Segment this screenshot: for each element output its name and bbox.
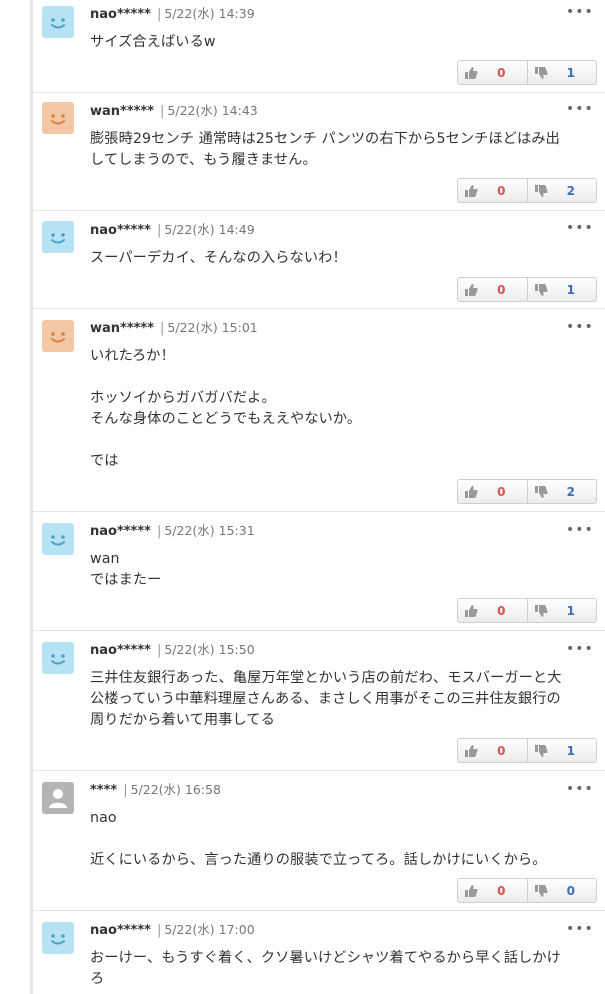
disagree-button[interactable]: 1 bbox=[527, 738, 597, 763]
avatar[interactable] bbox=[42, 221, 74, 253]
agree-count: 0 bbox=[497, 603, 506, 618]
username[interactable]: wan***** bbox=[90, 321, 154, 336]
disagree-count: 2 bbox=[566, 484, 575, 499]
comment-item: nao***** | 5/22(水) 17:00 ••• おーけー、もうすぐ着く、ク… bbox=[30, 911, 605, 994]
vote-buttons: 0 2 bbox=[457, 178, 597, 203]
comment-item: nao***** | 5/22(水) 15:31 ••• wan ではまたー 0 1 bbox=[30, 512, 605, 631]
smile-face-icon bbox=[51, 18, 65, 29]
username[interactable]: nao***** bbox=[90, 643, 151, 658]
comment-item: **** | 5/22(水) 16:58 ••• nao 近くにいるから、言った通り… bbox=[30, 771, 605, 911]
comment-meta: wan***** | 5/22(水) 15:01 bbox=[90, 320, 258, 336]
avatar[interactable] bbox=[42, 320, 74, 352]
comment-meta: nao***** | 5/22(水) 14:39 bbox=[90, 6, 255, 22]
comment-item: wan***** | 5/22(水) 15:01 ••• いれたろか！ ホッソイから… bbox=[30, 309, 605, 512]
more-options-icon[interactable]: ••• bbox=[566, 5, 593, 20]
avatar[interactable] bbox=[42, 102, 74, 134]
timestamp: 5/22(水) 15:01 bbox=[167, 320, 258, 335]
vote-buttons: 0 1 bbox=[457, 277, 597, 302]
disagree-count: 1 bbox=[566, 65, 575, 80]
timestamp: 5/22(水) 14:49 bbox=[164, 222, 255, 237]
avatar[interactable] bbox=[42, 922, 74, 954]
timestamp: 5/22(水) 17:00 bbox=[164, 922, 255, 937]
agree-button[interactable]: 0 bbox=[457, 479, 528, 504]
comment-text: 三井住友銀行あった、亀屋万年堂とかいう店の前だわ、モスバーガーと大 公楼っていう… bbox=[90, 670, 562, 728]
avatar[interactable] bbox=[42, 523, 74, 555]
agree-button[interactable]: 0 bbox=[457, 277, 528, 302]
comment-meta: **** | 5/22(水) 16:58 bbox=[90, 782, 221, 798]
comment-meta: nao***** | 5/22(水) 17:00 bbox=[90, 922, 255, 938]
timestamp: 5/22(水) 14:43 bbox=[167, 103, 258, 118]
disagree-count: 1 bbox=[566, 603, 575, 618]
comment-text: いれたろか！ ホッソイからガバガバだよ。 そんな身体のことどうでもええやないか。… bbox=[90, 348, 362, 469]
username[interactable]: nao***** bbox=[90, 524, 151, 539]
comment-meta: nao***** | 5/22(水) 14:49 bbox=[90, 222, 255, 238]
vote-buttons: 0 1 bbox=[457, 738, 597, 763]
more-options-icon[interactable]: ••• bbox=[566, 320, 593, 335]
disagree-button[interactable]: 2 bbox=[527, 479, 597, 504]
avatar[interactable] bbox=[42, 642, 74, 674]
comment-text: wan ではまたー bbox=[90, 551, 162, 588]
smile-face-icon bbox=[51, 332, 65, 343]
disagree-button[interactable]: 1 bbox=[527, 277, 597, 302]
comment-item: nao***** | 5/22(水) 14:49 ••• スーパーデカイ、そんなの入… bbox=[30, 211, 605, 309]
more-options-icon[interactable]: ••• bbox=[566, 523, 593, 538]
vote-buttons: 0 0 bbox=[457, 878, 597, 903]
smile-face-icon bbox=[51, 114, 65, 125]
agree-button[interactable]: 0 bbox=[457, 878, 528, 903]
agree-button[interactable]: 0 bbox=[457, 178, 528, 203]
comment-text: サイズ合えばいるw bbox=[90, 34, 216, 50]
disagree-count: 2 bbox=[566, 183, 575, 198]
vote-buttons: 0 2 bbox=[457, 479, 597, 504]
agree-count: 0 bbox=[497, 484, 506, 499]
agree-count: 0 bbox=[497, 65, 506, 80]
username[interactable]: nao***** bbox=[90, 223, 151, 238]
default-user-icon bbox=[49, 789, 67, 808]
comment-text: 膨張時29センチ 通常時は25センチ パンツの右下から5センチほどはみ出 してし… bbox=[90, 131, 560, 168]
agree-button[interactable]: 0 bbox=[457, 60, 528, 85]
agree-button[interactable]: 0 bbox=[457, 738, 528, 763]
agree-count: 0 bbox=[497, 282, 506, 297]
agree-count: 0 bbox=[497, 183, 506, 198]
timestamp: 5/22(水) 16:58 bbox=[130, 782, 221, 797]
username[interactable]: nao***** bbox=[90, 923, 151, 938]
disagree-button[interactable]: 1 bbox=[527, 60, 597, 85]
disagree-count: 1 bbox=[566, 282, 575, 297]
username[interactable]: nao***** bbox=[90, 7, 151, 22]
more-options-icon[interactable]: ••• bbox=[566, 221, 593, 236]
comment-text: おーけー、もうすぐ着く、クソ暑いけどシャツ着てやるから早く話しかけ ろ bbox=[90, 950, 561, 987]
disagree-button[interactable]: 1 bbox=[527, 598, 597, 623]
comment-meta: nao***** | 5/22(水) 15:31 bbox=[90, 523, 255, 539]
username[interactable]: **** bbox=[90, 783, 117, 798]
avatar[interactable] bbox=[42, 6, 74, 38]
agree-count: 0 bbox=[497, 743, 506, 758]
avatar[interactable] bbox=[42, 782, 74, 814]
agree-button[interactable]: 0 bbox=[457, 598, 528, 623]
smile-face-icon bbox=[51, 233, 65, 244]
comment-text: スーパーデカイ、そんなの入らないわ！ bbox=[90, 250, 347, 266]
timestamp: 5/22(水) 14:39 bbox=[164, 6, 255, 21]
disagree-button[interactable]: 2 bbox=[527, 178, 597, 203]
vote-buttons: 0 1 bbox=[457, 598, 597, 623]
more-options-icon[interactable]: ••• bbox=[566, 922, 593, 937]
more-options-icon[interactable]: ••• bbox=[566, 102, 593, 117]
comment-text: nao 近くにいるから、言った通りの服装で立ってろ。話しかけにいくから。 bbox=[90, 810, 547, 868]
timestamp: 5/22(水) 15:31 bbox=[164, 523, 255, 538]
comment-meta: wan***** | 5/22(水) 14:43 bbox=[90, 103, 258, 119]
disagree-button[interactable]: 0 bbox=[527, 878, 597, 903]
more-options-icon[interactable]: ••• bbox=[566, 642, 593, 657]
comment-item: wan***** | 5/22(水) 14:43 ••• 膨張時29センチ 通常時は… bbox=[30, 93, 605, 211]
agree-count: 0 bbox=[497, 883, 506, 898]
smile-face-icon bbox=[51, 934, 65, 945]
more-options-icon[interactable]: ••• bbox=[566, 782, 593, 797]
smile-face-icon bbox=[51, 654, 65, 665]
comment-item: nao***** | 5/22(水) 15:50 ••• 三井住友銀行あった、亀屋万… bbox=[30, 631, 605, 771]
vote-buttons: 0 1 bbox=[457, 60, 597, 85]
comment-meta: nao***** | 5/22(水) 15:50 bbox=[90, 642, 255, 658]
disagree-count: 1 bbox=[566, 743, 575, 758]
username[interactable]: wan***** bbox=[90, 104, 154, 119]
disagree-count: 0 bbox=[566, 883, 575, 898]
timestamp: 5/22(水) 15:50 bbox=[164, 642, 255, 657]
comment-item: nao***** | 5/22(水) 14:39 ••• サイズ合えばいるw 0 1 bbox=[30, 0, 605, 93]
smile-face-icon bbox=[51, 535, 65, 546]
